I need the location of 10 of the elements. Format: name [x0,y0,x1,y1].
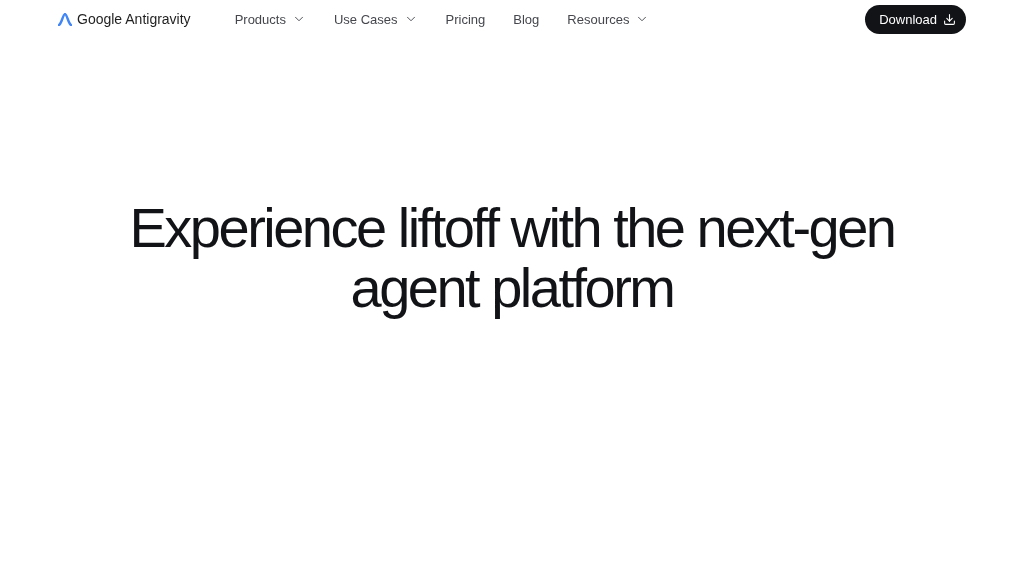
hero-headline: Experience liftoff with the next-gen agent platform [128,198,896,318]
nav-dropdown[interactable]: Products [226,7,314,31]
download-icon [943,12,956,26]
nav-dropdown[interactable]: Use Cases [325,7,426,31]
logo-icon [58,12,72,26]
nav-dropdown[interactable]: Resources [559,7,658,31]
nav-link[interactable]: Pricing [437,7,494,31]
brand-logo[interactable]: Google Antigravity [58,11,191,27]
download-button[interactable]: Download [865,4,966,34]
nav-link[interactable]: Blog [505,7,548,31]
